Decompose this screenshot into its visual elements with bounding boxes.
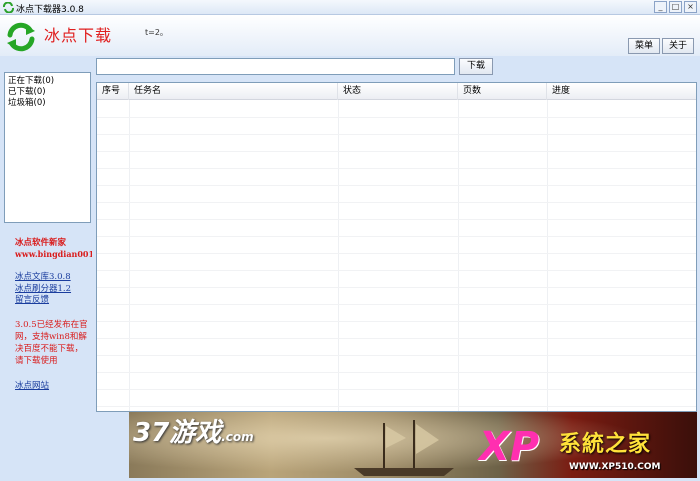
app-header: 冰点下载 t=2。 菜单 关于: [0, 15, 700, 56]
maximize-button[interactable]: □: [669, 1, 682, 13]
row-divider: [97, 219, 696, 220]
column-divider: [129, 100, 130, 411]
watermark-text: 系統之家: [559, 432, 652, 457]
ad-banner[interactable]: 37游戏.com XP 系統之家 WWW.XP510.COM: [129, 412, 697, 478]
banner-logo-text: 37游戏: [133, 418, 222, 448]
row-divider: [97, 134, 696, 135]
minimize-button[interactable]: _: [654, 1, 667, 13]
table-header: 序号 任务名 状态 页数 进度: [97, 83, 696, 100]
category-list: 正在下载(0) 已下载(0) 垃圾箱(0): [4, 72, 91, 223]
col-header-pages[interactable]: 页数: [458, 83, 547, 100]
sidebar-item-trash[interactable]: 垃圾箱(0): [8, 98, 87, 109]
status-text: t=2。: [145, 28, 168, 37]
url-input[interactable]: [96, 58, 455, 75]
banner-logo-sub: .com: [221, 430, 254, 444]
row-divider: [97, 355, 696, 356]
row-divider: [97, 372, 696, 373]
watermark-logo: XP: [479, 424, 540, 470]
ship-illustration: [354, 420, 454, 476]
title-bar: 冰点下载器3.0.8 _ □ ×: [0, 0, 700, 15]
row-divider: [97, 117, 696, 118]
sidebar-item-downloaded[interactable]: 已下载(0): [8, 87, 87, 98]
row-divider: [97, 202, 696, 203]
row-divider: [97, 168, 696, 169]
col-header-index[interactable]: 序号: [97, 83, 129, 100]
row-divider: [97, 321, 696, 322]
row-divider: [97, 270, 696, 271]
row-divider: [97, 253, 696, 254]
link-wenku[interactable]: 冰点文库3.0.8: [15, 270, 71, 282]
row-divider: [97, 389, 696, 390]
menu-button[interactable]: 菜单: [628, 38, 660, 54]
watermark-url: WWW.XP510.COM: [569, 462, 661, 472]
link-feedback[interactable]: 留言反馈: [15, 293, 49, 305]
banner-logo: 37游戏.com: [133, 412, 254, 449]
column-divider: [547, 100, 548, 411]
refresh-arrows-icon: [6, 22, 36, 55]
download-button[interactable]: 下载: [459, 58, 493, 75]
row-divider: [97, 406, 696, 407]
app-name: 冰点下载: [44, 26, 113, 45]
col-header-task-name[interactable]: 任务名: [129, 83, 338, 100]
promo-url[interactable]: www.bingdian001.com: [15, 249, 92, 259]
link-website[interactable]: 冰点网站: [15, 379, 49, 391]
column-divider: [458, 100, 459, 411]
sidebar-item-downloading[interactable]: 正在下载(0): [8, 76, 87, 87]
column-divider: [338, 100, 339, 411]
col-header-status[interactable]: 状态: [338, 83, 458, 100]
col-header-progress[interactable]: 进度: [547, 83, 696, 100]
promo-title: 冰点软件新家: [15, 238, 67, 248]
row-divider: [97, 287, 696, 288]
row-divider: [97, 338, 696, 339]
close-button[interactable]: ×: [684, 1, 697, 13]
task-table: 序号 任务名 状态 页数 进度: [96, 82, 697, 412]
row-divider: [97, 185, 696, 186]
row-divider: [97, 304, 696, 305]
release-notice: 3.0.5已经发布在官网，支持win8和解决百度不能下载，请下载使用: [15, 320, 88, 366]
app-icon: [3, 1, 14, 16]
about-button[interactable]: 关于: [662, 38, 694, 54]
row-divider: [97, 151, 696, 152]
row-divider: [97, 236, 696, 237]
window-title: 冰点下载器3.0.8: [16, 5, 84, 15]
